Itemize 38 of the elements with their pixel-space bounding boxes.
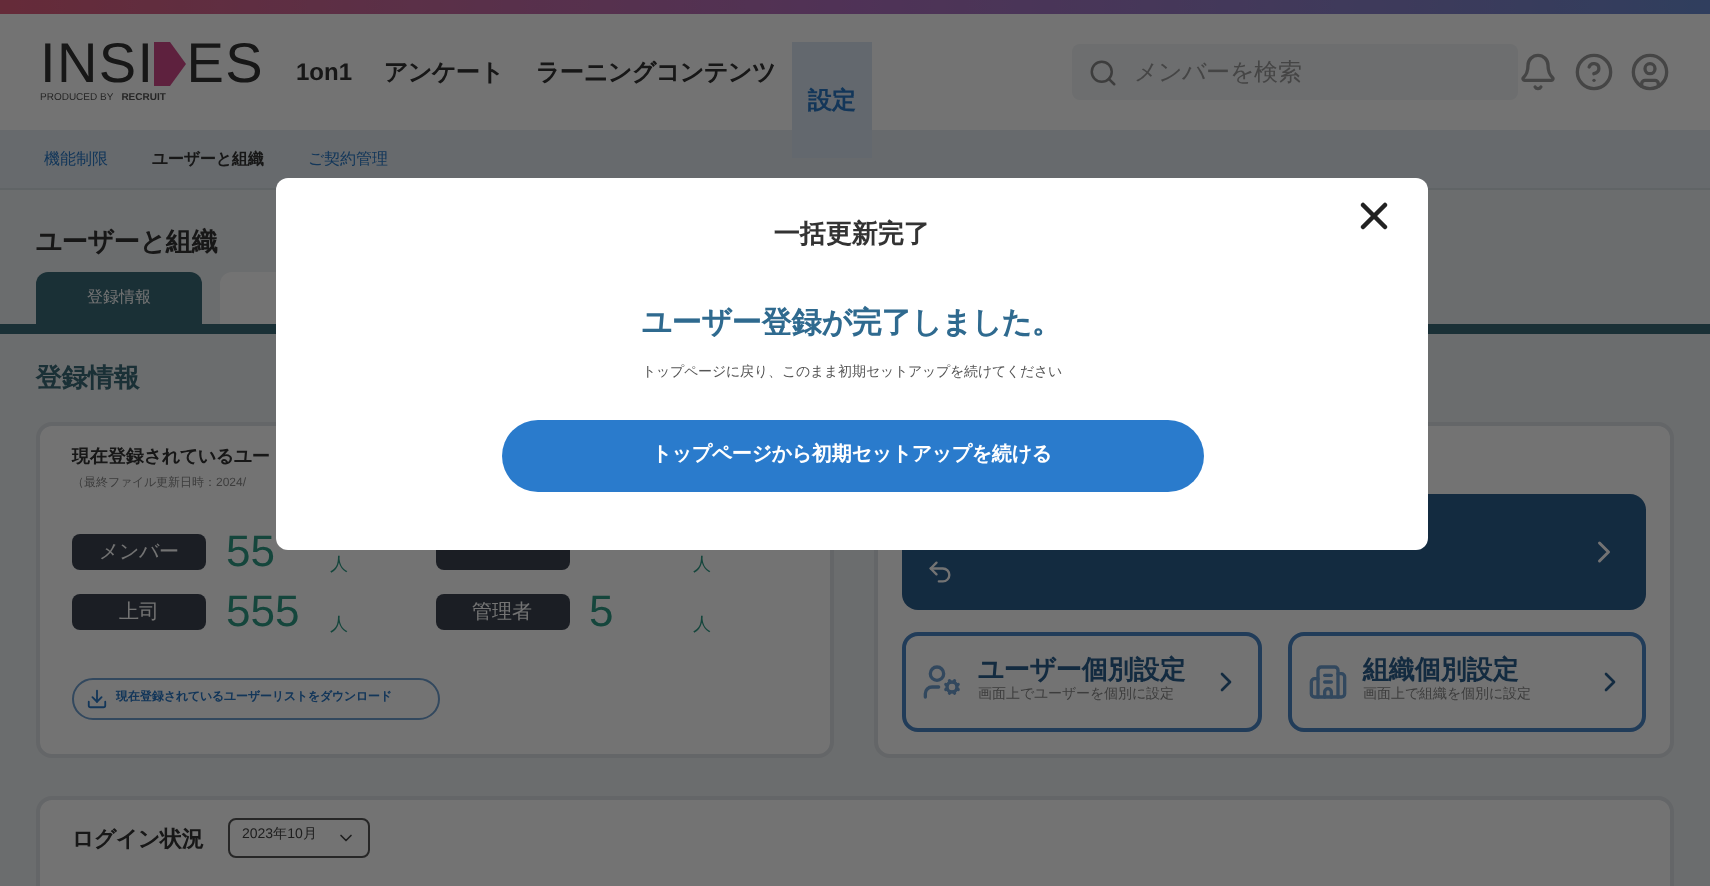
user-settings-icon (922, 661, 962, 701)
tab[interactable]: 登録情報 (36, 272, 202, 324)
action-title: ユーザー個別設定 (978, 654, 1186, 686)
subnav-link[interactable]: 機能制限 (44, 147, 108, 171)
unit-text: 人 (693, 556, 711, 574)
continue-setup-button[interactable]: トップページから初期セットアップを続ける (501, 419, 1203, 491)
page-title: ユーザーと組織 (36, 224, 218, 260)
building-icon (1307, 661, 1347, 701)
role-label: メンバー (72, 534, 206, 570)
download-icon (86, 688, 108, 710)
modal-title: 一括更新完了 (774, 216, 930, 252)
card-title: 現在登録されているユー (72, 443, 270, 469)
user-icon[interactable] (1630, 52, 1670, 92)
help-icon[interactable] (1574, 52, 1614, 92)
nav-tab[interactable]: 設定 (792, 42, 873, 158)
notification-icon[interactable] (1518, 52, 1558, 92)
action-title: 組織個別設定 (1363, 654, 1519, 686)
logo-icon (154, 42, 187, 87)
unit-text: 人 (693, 616, 711, 634)
nav-tab[interactable]: アンケート (368, 14, 521, 130)
unit-text: 人 (330, 556, 348, 574)
role-label: 上司 (72, 594, 206, 630)
nav-tab[interactable]: 1on1 (280, 14, 369, 130)
nav-tab[interactable]: ラーニングコンテンツ (520, 14, 793, 130)
logo-text: ES (186, 36, 265, 93)
section-title: 登録情報 (36, 360, 140, 396)
modal-heading: ユーザー登録が完了しました。 (642, 303, 1062, 343)
count-value: 5 (589, 590, 614, 634)
unit-text: 人 (330, 616, 348, 634)
subnav-link[interactable]: ユーザーと組織 (152, 147, 264, 171)
search-icon (1088, 57, 1119, 87)
login-title: ログイン状況 (72, 825, 204, 855)
undo-icon (926, 557, 954, 585)
subnav-link[interactable]: ご契約管理 (308, 147, 388, 171)
role-label: 管理者 (435, 594, 569, 630)
logo-text: INSI (40, 36, 155, 93)
count-value: 55 (226, 530, 275, 574)
count-value: 555 (226, 590, 300, 634)
